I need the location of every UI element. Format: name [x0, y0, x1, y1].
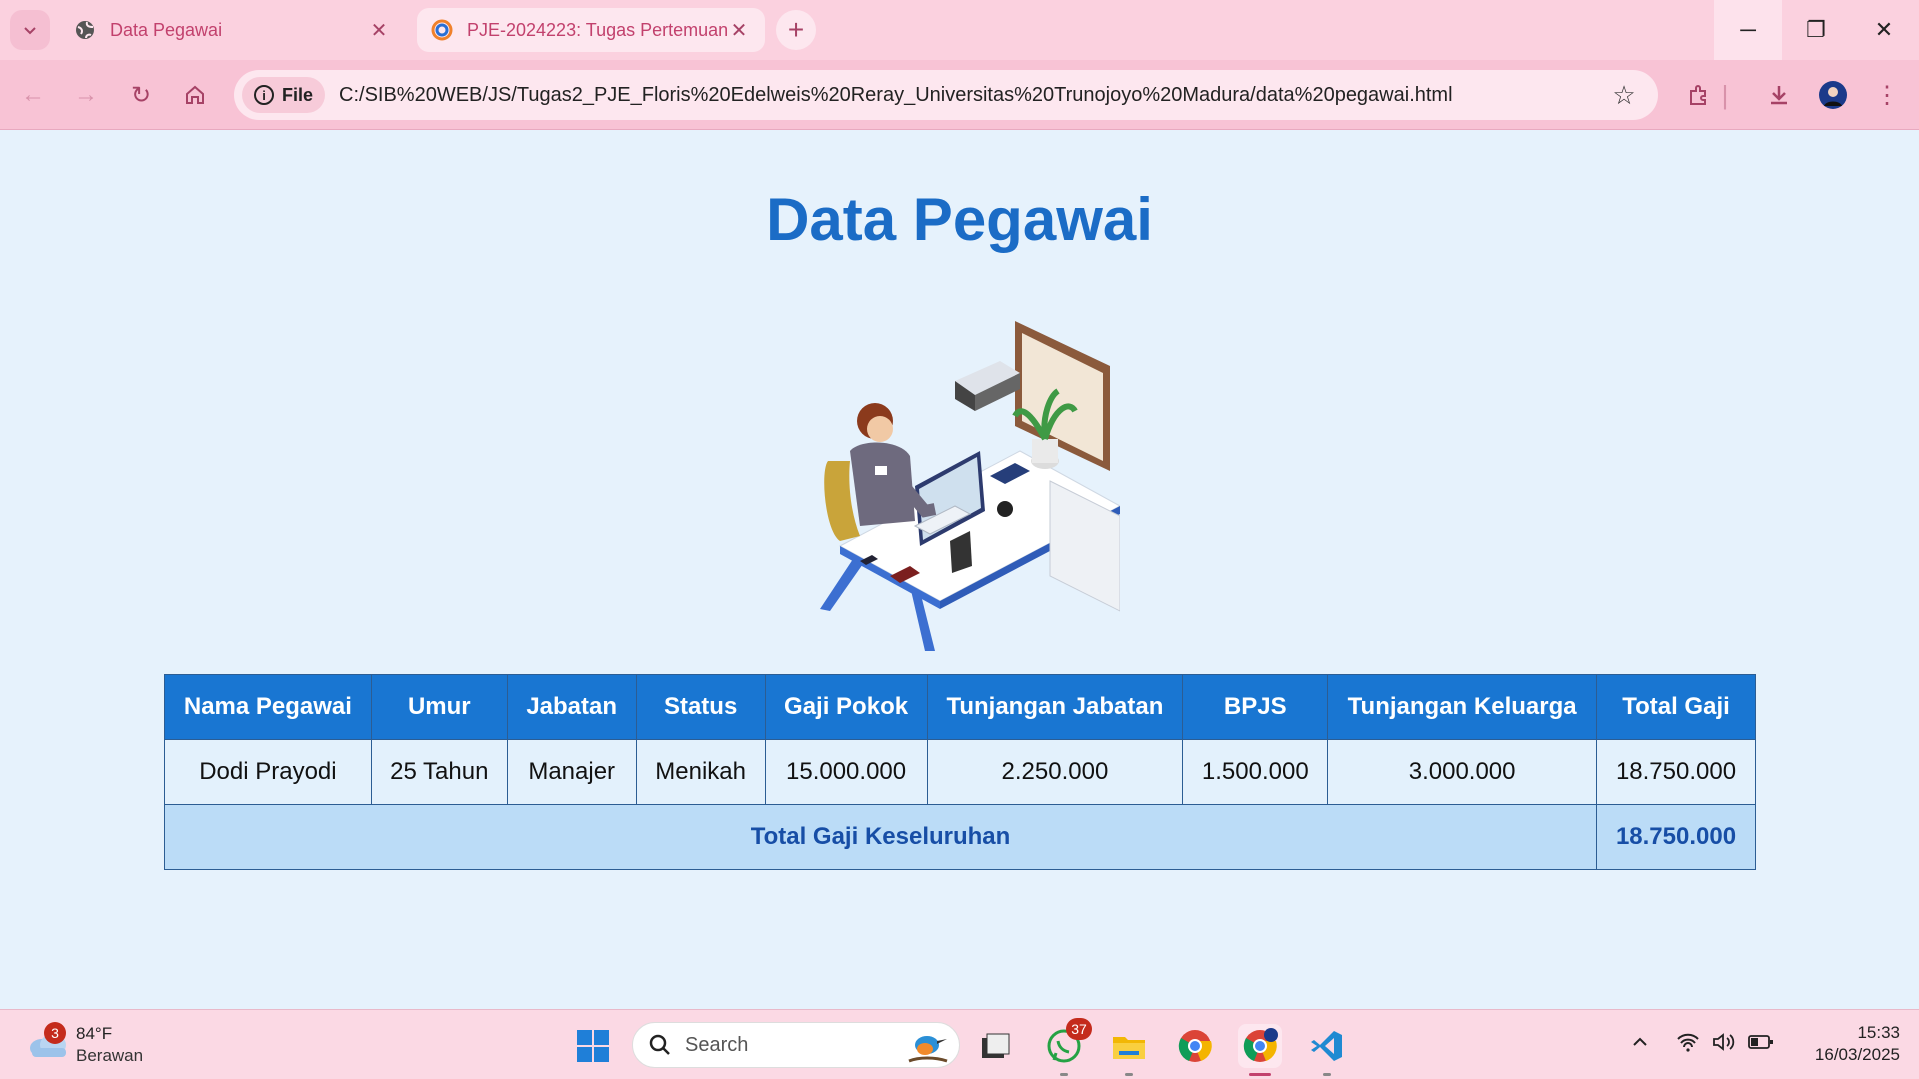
- chevron-down-icon: [24, 27, 36, 35]
- table-total-row: Total Gaji Keseluruhan 18.750.000: [163, 804, 1756, 870]
- cell-bpjs: 1.500.000: [1182, 739, 1329, 805]
- minimize-button[interactable]: ─: [1714, 0, 1782, 60]
- column-header: BPJS: [1182, 674, 1329, 740]
- weather-badge: 3: [44, 1022, 66, 1044]
- clock-time: 15:33: [1857, 1023, 1900, 1042]
- clock-date: 16/03/2025: [1814, 1045, 1900, 1064]
- tab-title: Data Pegawai: [110, 19, 223, 40]
- toolbar-divider: |: [1721, 79, 1729, 110]
- folder-icon[interactable]: [1107, 1024, 1151, 1076]
- tab-pje-tugas[interactable]: PJE-2024223: Tugas Pertemuan ✕: [417, 8, 765, 52]
- column-header: Total Gaji: [1596, 674, 1756, 740]
- page-viewport: Data Pegawai Nama Pegawai Umur Jabatan S…: [0, 131, 1919, 1009]
- taskbar: 3 84°F Berawan Search 37 15:33 16/03/202…: [0, 1009, 1919, 1079]
- site-info-chip[interactable]: i File: [242, 77, 326, 113]
- system-clock[interactable]: 15:33 16/03/2025: [1790, 1022, 1900, 1066]
- cell-total-gaji: 18.750.000: [1596, 739, 1756, 805]
- scheme-label: File: [282, 84, 314, 105]
- column-header: Nama Pegawai: [164, 674, 372, 740]
- browser-toolbar: ← → ↻ i File C:/SIB%20WEB/JS/Tugas2_PJE_…: [0, 60, 1919, 130]
- column-header: Tunjangan Keluarga: [1327, 674, 1598, 740]
- battery-icon[interactable]: [1748, 1032, 1774, 1058]
- weather-condition: Berawan: [76, 1046, 144, 1065]
- home-icon[interactable]: [178, 78, 212, 112]
- new-tab-button[interactable]: +: [776, 10, 816, 50]
- tab-strip: Data Pegawai ✕ PJE-2024223: Tugas Pertem…: [0, 0, 1919, 60]
- taskbar-search[interactable]: Search: [632, 1022, 960, 1068]
- column-header: Gaji Pokok: [764, 674, 928, 740]
- weather-widget[interactable]: 3 84°F Berawan: [26, 1022, 156, 1068]
- weather-temp: 84°F: [76, 1024, 113, 1043]
- address-bar[interactable]: i File C:/SIB%20WEB/JS/Tugas2_PJE_Floris…: [234, 70, 1658, 120]
- chrome-profile-icon[interactable]: [1238, 1024, 1282, 1076]
- column-header: Tunjangan Jabatan: [926, 674, 1184, 740]
- cell-tunjangan-jabatan: 2.250.000: [926, 739, 1184, 805]
- windows-icon: [577, 1030, 609, 1062]
- menu-kebab-icon[interactable]: ⋮: [1870, 78, 1904, 112]
- url-text[interactable]: C:/SIB%20WEB/JS/Tugas2_PJE_Floris%20Edel…: [339, 84, 1604, 107]
- info-icon: i: [254, 85, 274, 105]
- column-header: Jabatan: [506, 674, 637, 740]
- restore-button[interactable]: ❐: [1782, 0, 1850, 60]
- whatsapp-badge: 37: [1066, 1018, 1092, 1040]
- reload-icon[interactable]: ↻: [124, 78, 158, 112]
- file-explorer-dark-icon[interactable]: [973, 1024, 1017, 1068]
- cell-status: Menikah: [635, 739, 766, 805]
- cell-tunjangan-keluarga: 3.000.000: [1327, 739, 1598, 805]
- page-title: Data Pegawai: [766, 186, 1153, 253]
- bookmark-star-icon[interactable]: ☆: [1604, 80, 1644, 111]
- extensions-icon[interactable]: [1682, 78, 1716, 112]
- vscode-icon[interactable]: [1305, 1024, 1349, 1076]
- tab-data-pegawai[interactable]: Data Pegawai ✕: [60, 8, 405, 52]
- table-header-row: Nama Pegawai Umur Jabatan Status Gaji Po…: [164, 674, 1756, 740]
- chrome-icon[interactable]: [1173, 1024, 1217, 1068]
- close-tab-icon[interactable]: ✕: [727, 18, 751, 43]
- close-tab-icon[interactable]: ✕: [367, 18, 391, 43]
- search-icon: [649, 1034, 670, 1055]
- total-label: Total Gaji Keseluruhan: [163, 804, 1598, 870]
- office-worker-illustration: [820, 321, 1120, 651]
- globe-icon: [76, 21, 94, 39]
- running-indicator: [1323, 1073, 1331, 1076]
- running-indicator: [1060, 1073, 1068, 1076]
- kingfisher-icon: [908, 1036, 948, 1063]
- cell-gaji-pokok: 15.000.000: [764, 739, 928, 805]
- employee-table: Nama Pegawai Umur Jabatan Status Gaji Po…: [163, 674, 1756, 870]
- column-header: Umur: [370, 674, 508, 740]
- cell-umur: 25 Tahun: [370, 739, 508, 805]
- cell-jabatan: Manajer: [506, 739, 637, 805]
- column-header: Status: [635, 674, 766, 740]
- total-value: 18.750.000: [1596, 804, 1756, 870]
- chevron-up-icon[interactable]: [1630, 1032, 1650, 1058]
- wifi-icon[interactable]: [1676, 1032, 1700, 1058]
- close-window-button[interactable]: ✕: [1850, 0, 1918, 60]
- active-indicator: [1249, 1073, 1271, 1076]
- search-placeholder: Search: [685, 1033, 749, 1056]
- moodle-icon: [431, 19, 453, 41]
- back-icon[interactable]: ←: [16, 78, 50, 112]
- start-button[interactable]: [571, 1024, 615, 1068]
- table-row: Dodi Prayodi 25 Tahun Manajer Menikah 15…: [164, 739, 1756, 805]
- profile-avatar[interactable]: [1816, 78, 1850, 112]
- running-indicator: [1125, 1073, 1133, 1076]
- tab-search-button[interactable]: [10, 10, 50, 50]
- volume-icon[interactable]: [1712, 1032, 1736, 1058]
- cell-nama: Dodi Prayodi: [164, 739, 372, 805]
- download-icon[interactable]: [1762, 78, 1796, 112]
- tab-title: PJE-2024223: Tugas Pertemuan: [467, 19, 727, 40]
- forward-icon[interactable]: →: [69, 78, 103, 112]
- whatsapp-icon[interactable]: 37: [1042, 1018, 1092, 1076]
